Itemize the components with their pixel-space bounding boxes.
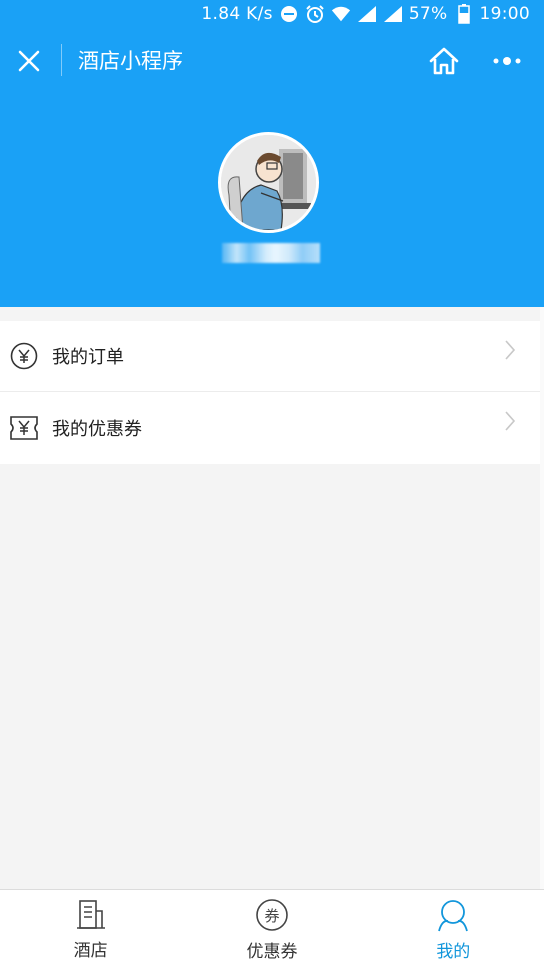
yen-circle-icon — [9, 341, 39, 371]
username — [222, 240, 320, 266]
user-icon — [436, 898, 470, 932]
page-title: 酒店小程序 — [78, 49, 183, 73]
more-icon[interactable] — [490, 50, 524, 72]
chevron-right-icon — [504, 410, 516, 432]
signal-icon-2 — [383, 4, 403, 24]
status-bar: 1.84 K/s 57% 19:00 — [0, 0, 544, 28]
clock: 19:00 — [479, 4, 530, 24]
menu-list: 我的订单 我的优惠券 — [0, 321, 540, 464]
battery-level: 57% — [408, 4, 448, 24]
avatar[interactable] — [218, 132, 319, 233]
tab-hotel[interactable]: 酒店 — [0, 890, 181, 961]
nav-bar: 酒店小程序 — [0, 36, 544, 86]
edge-shadow — [540, 307, 544, 889]
tab-label: 酒店 — [73, 941, 108, 961]
home-icon[interactable] — [428, 46, 460, 76]
nav-divider — [61, 44, 62, 76]
hotel-icon — [74, 898, 108, 931]
avatar-image — [221, 135, 316, 230]
network-speed: 1.84 K/s — [201, 4, 273, 24]
chevron-right-icon — [504, 339, 516, 361]
tab-me[interactable]: 我的 — [363, 890, 544, 961]
do-not-disturb-icon — [279, 4, 299, 24]
tab-bar: 酒店 券 优惠券 我的 — [0, 889, 544, 961]
coupon-circle-icon: 券 — [255, 898, 289, 932]
menu-item-coupons[interactable]: 我的优惠券 — [0, 392, 540, 464]
svg-text:券: 券 — [264, 907, 279, 925]
tab-coupons[interactable]: 券 优惠券 — [181, 890, 362, 961]
alarm-icon — [305, 4, 325, 24]
signal-icon — [357, 4, 377, 24]
tab-label: 我的 — [436, 942, 471, 961]
wifi-icon — [331, 4, 351, 24]
menu-item-label: 我的订单 — [52, 347, 124, 368]
menu-item-orders[interactable]: 我的订单 — [0, 321, 540, 392]
battery-icon — [454, 4, 474, 24]
menu-item-label: 我的优惠券 — [52, 419, 142, 440]
close-icon[interactable] — [14, 46, 44, 76]
coupon-icon — [9, 413, 39, 443]
username-blurred — [222, 243, 320, 263]
tab-label: 优惠券 — [246, 942, 298, 961]
